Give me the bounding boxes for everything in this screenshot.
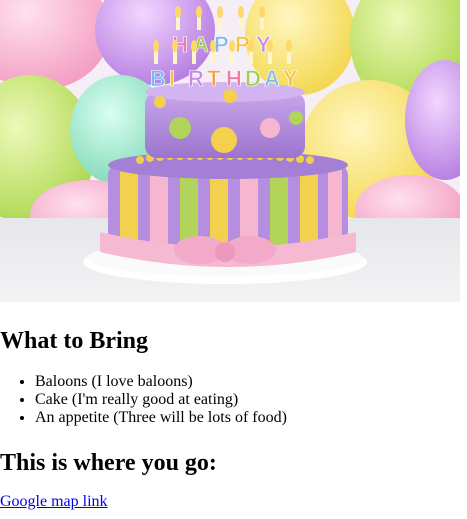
candle-flame bbox=[238, 6, 244, 18]
candle-flame bbox=[153, 40, 159, 52]
candle-letter: P bbox=[235, 32, 250, 57]
candle-wick bbox=[287, 50, 291, 64]
page: HAPPYBIRTHDAY What to Bring Baloons (I l… bbox=[0, 0, 467, 519]
candle-flame bbox=[175, 6, 181, 18]
candle-flame bbox=[172, 40, 178, 52]
candle-flame bbox=[259, 6, 265, 18]
candle-flame bbox=[267, 40, 273, 52]
what-to-bring-heading: What to Bring bbox=[0, 328, 149, 354]
candle-letter: T bbox=[207, 66, 221, 91]
candle-letter: D bbox=[245, 66, 261, 91]
candle-wick bbox=[176, 16, 180, 30]
bring-list: Baloons (I love baloons) Cake (I'm reall… bbox=[0, 373, 287, 427]
candle-wick bbox=[239, 16, 243, 30]
candle-letter: I bbox=[169, 66, 175, 91]
candle-wick bbox=[192, 50, 196, 64]
list-item: An appetite (Three will be lots of food) bbox=[35, 409, 287, 427]
candle-letter: P bbox=[214, 32, 229, 57]
candle-flame bbox=[191, 40, 197, 52]
candle-wick bbox=[154, 50, 158, 64]
candle-flame bbox=[229, 40, 235, 52]
candle-wick bbox=[268, 50, 272, 64]
list-item: Cake (I'm really good at eating) bbox=[35, 391, 287, 409]
candle-letter: B bbox=[150, 66, 166, 91]
candle-wick bbox=[249, 50, 253, 64]
candle-wick bbox=[173, 50, 177, 64]
directions-heading: This is where you go: bbox=[0, 450, 217, 476]
candle-letter: A bbox=[264, 66, 280, 91]
candle-flame bbox=[217, 6, 223, 18]
candle-flame bbox=[196, 6, 202, 18]
candle-letter: R bbox=[188, 66, 204, 91]
candle-flame bbox=[286, 40, 292, 52]
birthday-cake-image: HAPPYBIRTHDAY bbox=[0, 0, 460, 302]
candle-letter: H bbox=[226, 66, 242, 91]
candle-wick bbox=[260, 16, 264, 30]
google-map-link[interactable]: Google map link bbox=[0, 493, 108, 511]
candle-wick bbox=[218, 16, 222, 30]
candle-flame bbox=[248, 40, 254, 52]
candle-wick bbox=[197, 16, 201, 30]
candle-wick bbox=[211, 50, 215, 64]
candle-flame bbox=[210, 40, 216, 52]
candle-wick bbox=[230, 50, 234, 64]
candle-letter: Y bbox=[283, 66, 298, 91]
list-item: Baloons (I love baloons) bbox=[35, 373, 287, 391]
